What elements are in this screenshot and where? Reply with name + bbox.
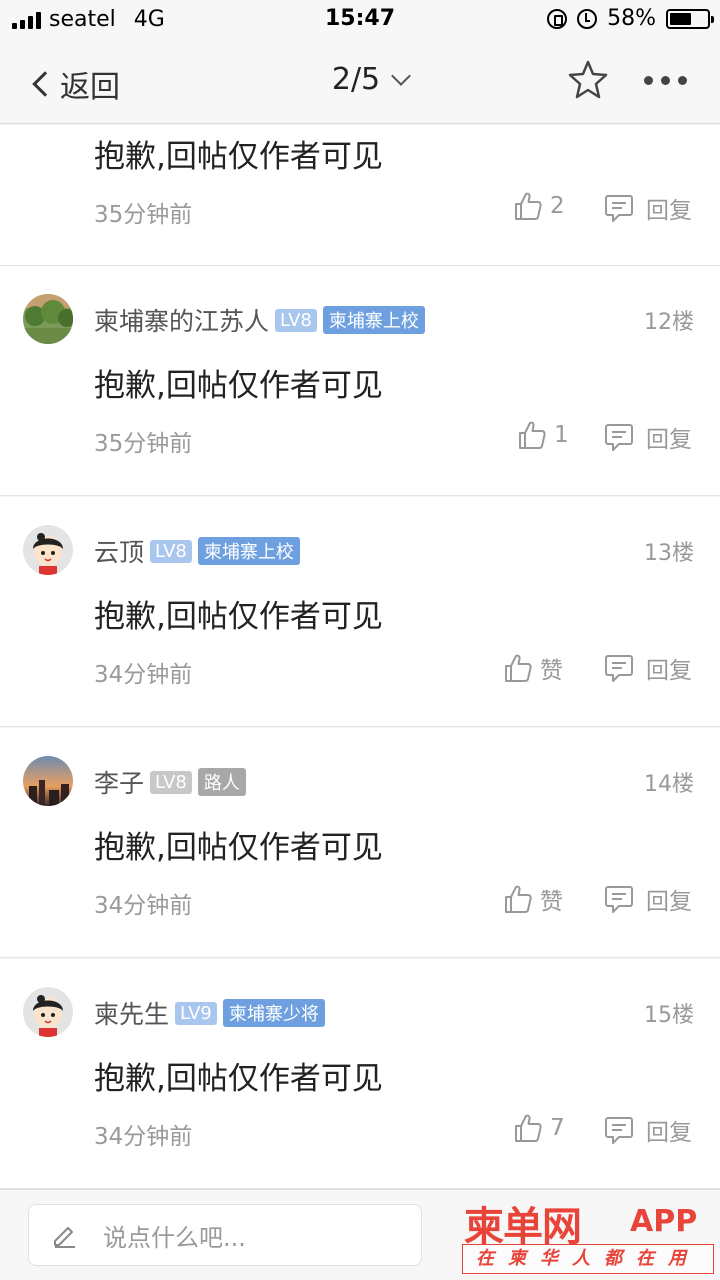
reply-label: 回复	[646, 427, 692, 453]
reply-content: 抱歉,回帖仅作者可见	[94, 599, 383, 635]
avatar[interactable]	[23, 756, 73, 806]
reply-time: 34分钟前	[94, 662, 193, 688]
reply-time: 34分钟前	[94, 893, 193, 919]
star-icon[interactable]	[566, 58, 610, 102]
username[interactable]: 李子	[94, 764, 144, 800]
user-line: 李子 LV8 路人	[94, 764, 246, 800]
reply-content: 抱歉,回帖仅作者可见	[94, 368, 383, 404]
thumbs-up-icon	[504, 653, 532, 683]
user-line: 柬先生 LV9 柬埔寨少将	[94, 995, 325, 1031]
reply-item: 李子 LV8 路人 14楼 抱歉,回帖仅作者可见 34分钟前 赞 回复	[0, 728, 720, 958]
page-indicator-label: 2/5	[331, 62, 381, 97]
floor-number: 13楼	[644, 541, 694, 566]
reply-button[interactable]: 回复	[604, 191, 692, 225]
reply-item: 柬埔寨的江苏人 LV8 柬埔寨上校 12楼 抱歉,回帖仅作者可见 35分钟前 1…	[0, 266, 720, 496]
username[interactable]: 柬先生	[94, 995, 169, 1031]
reply-label: 回复	[646, 198, 692, 224]
comment-placeholder: 说点什么吧...	[103, 1223, 246, 1252]
like-button[interactable]: 赞	[504, 651, 563, 685]
bottom-bar: 说点什么吧... 柬单网 APP 在柬华人都在用	[0, 1189, 720, 1280]
thumbs-up-icon	[504, 884, 532, 914]
reply-label: 回复	[646, 658, 692, 684]
level-badge: LV8	[150, 770, 192, 794]
watermark-app: APP	[630, 1204, 698, 1239]
username[interactable]: 柬埔寨的江苏人	[94, 302, 269, 338]
comment-icon	[604, 1115, 634, 1145]
comment-icon	[604, 422, 634, 452]
user-line: 云顶 LV8 柬埔寨上校	[94, 533, 300, 569]
username[interactable]: 云顶	[94, 533, 144, 569]
alarm-icon	[577, 8, 598, 29]
like-button[interactable]: 1	[518, 420, 569, 450]
like-button[interactable]: 赞	[504, 882, 563, 916]
like-button[interactable]: 2	[514, 191, 565, 221]
reply-content: 抱歉,回帖仅作者可见	[94, 830, 383, 866]
reply-time: 35分钟前	[94, 431, 193, 457]
rank-badge: 柬埔寨少将	[222, 999, 325, 1027]
rank-badge: 路人	[197, 768, 246, 796]
level-badge: LV9	[175, 1001, 217, 1025]
reply-item: 柬先生 LV9 柬埔寨少将 15楼 抱歉,回帖仅作者可见 34分钟前 7 回复	[0, 959, 720, 1189]
rotation-lock-icon	[547, 8, 568, 29]
like-count: 2	[550, 193, 565, 219]
avatar[interactable]	[23, 987, 73, 1037]
reply-button[interactable]: 回复	[604, 651, 692, 685]
page-indicator: 2/5	[0, 62, 720, 97]
reply-list[interactable]: 抱歉,回帖仅作者可见 35分钟前 2 回复 柬埔寨的江苏人 LV8 柬埔寨上校 …	[0, 125, 720, 1189]
reply-button[interactable]: 回复	[604, 1113, 692, 1147]
avatar[interactable]	[23, 294, 73, 344]
thumbs-up-icon	[514, 1113, 542, 1143]
battery-fill	[670, 12, 691, 25]
thumbs-up-icon	[514, 191, 542, 221]
comment-icon	[604, 884, 634, 914]
rank-badge: 柬埔寨上校	[197, 537, 300, 565]
reply-button[interactable]: 回复	[604, 882, 692, 916]
comment-icon	[604, 193, 634, 223]
pencil-icon	[51, 1221, 79, 1249]
reply-button[interactable]: 回复	[604, 420, 692, 454]
comment-icon	[604, 653, 634, 683]
reply-item: 云顶 LV8 柬埔寨上校 13楼 抱歉,回帖仅作者可见 34分钟前 赞 回复	[0, 497, 720, 727]
dot-icon	[678, 76, 687, 85]
comment-input[interactable]: 说点什么吧...	[28, 1204, 422, 1266]
like-count: 7	[550, 1115, 565, 1141]
page-selector[interactable]: 2/5	[331, 62, 412, 97]
reply-content: 抱歉,回帖仅作者可见	[94, 1061, 383, 1097]
watermark: 柬单网 APP 在柬华人都在用	[460, 1194, 716, 1278]
level-badge: LV8	[150, 539, 192, 563]
chevron-down-icon	[391, 65, 412, 86]
floor-number: 15楼	[644, 1003, 694, 1028]
floor-number: 14楼	[644, 772, 694, 797]
reply-label: 回复	[646, 1120, 692, 1146]
watermark-slogan: 在柬华人都在用	[462, 1244, 714, 1274]
status-right: 58%	[547, 6, 714, 31]
reply-time: 35分钟前	[94, 202, 193, 228]
floor-number: 12楼	[644, 310, 694, 335]
battery-icon	[666, 8, 714, 29]
like-count: 1	[554, 422, 569, 448]
dot-icon	[644, 76, 653, 85]
avatar[interactable]	[23, 525, 73, 575]
like-label: 赞	[540, 889, 563, 915]
like-label: 赞	[540, 658, 563, 684]
reply-label: 回复	[646, 889, 692, 915]
battery-percent: 58%	[607, 6, 656, 31]
rank-badge: 柬埔寨上校	[322, 306, 425, 334]
reply-content: 抱歉,回帖仅作者可见	[94, 139, 383, 175]
level-badge: LV8	[275, 308, 317, 332]
more-options-button[interactable]	[644, 76, 687, 85]
status-bar: seatel 4G 15:47 58%	[0, 0, 720, 40]
dot-icon	[661, 76, 670, 85]
user-line: 柬埔寨的江苏人 LV8 柬埔寨上校	[94, 302, 425, 338]
thumbs-up-icon	[518, 420, 546, 450]
nav-bar: 返回 2/5	[0, 40, 720, 124]
like-button[interactable]: 7	[514, 1113, 565, 1143]
reply-item: 抱歉,回帖仅作者可见 35分钟前 2 回复	[0, 125, 720, 266]
reply-time: 34分钟前	[94, 1124, 193, 1150]
